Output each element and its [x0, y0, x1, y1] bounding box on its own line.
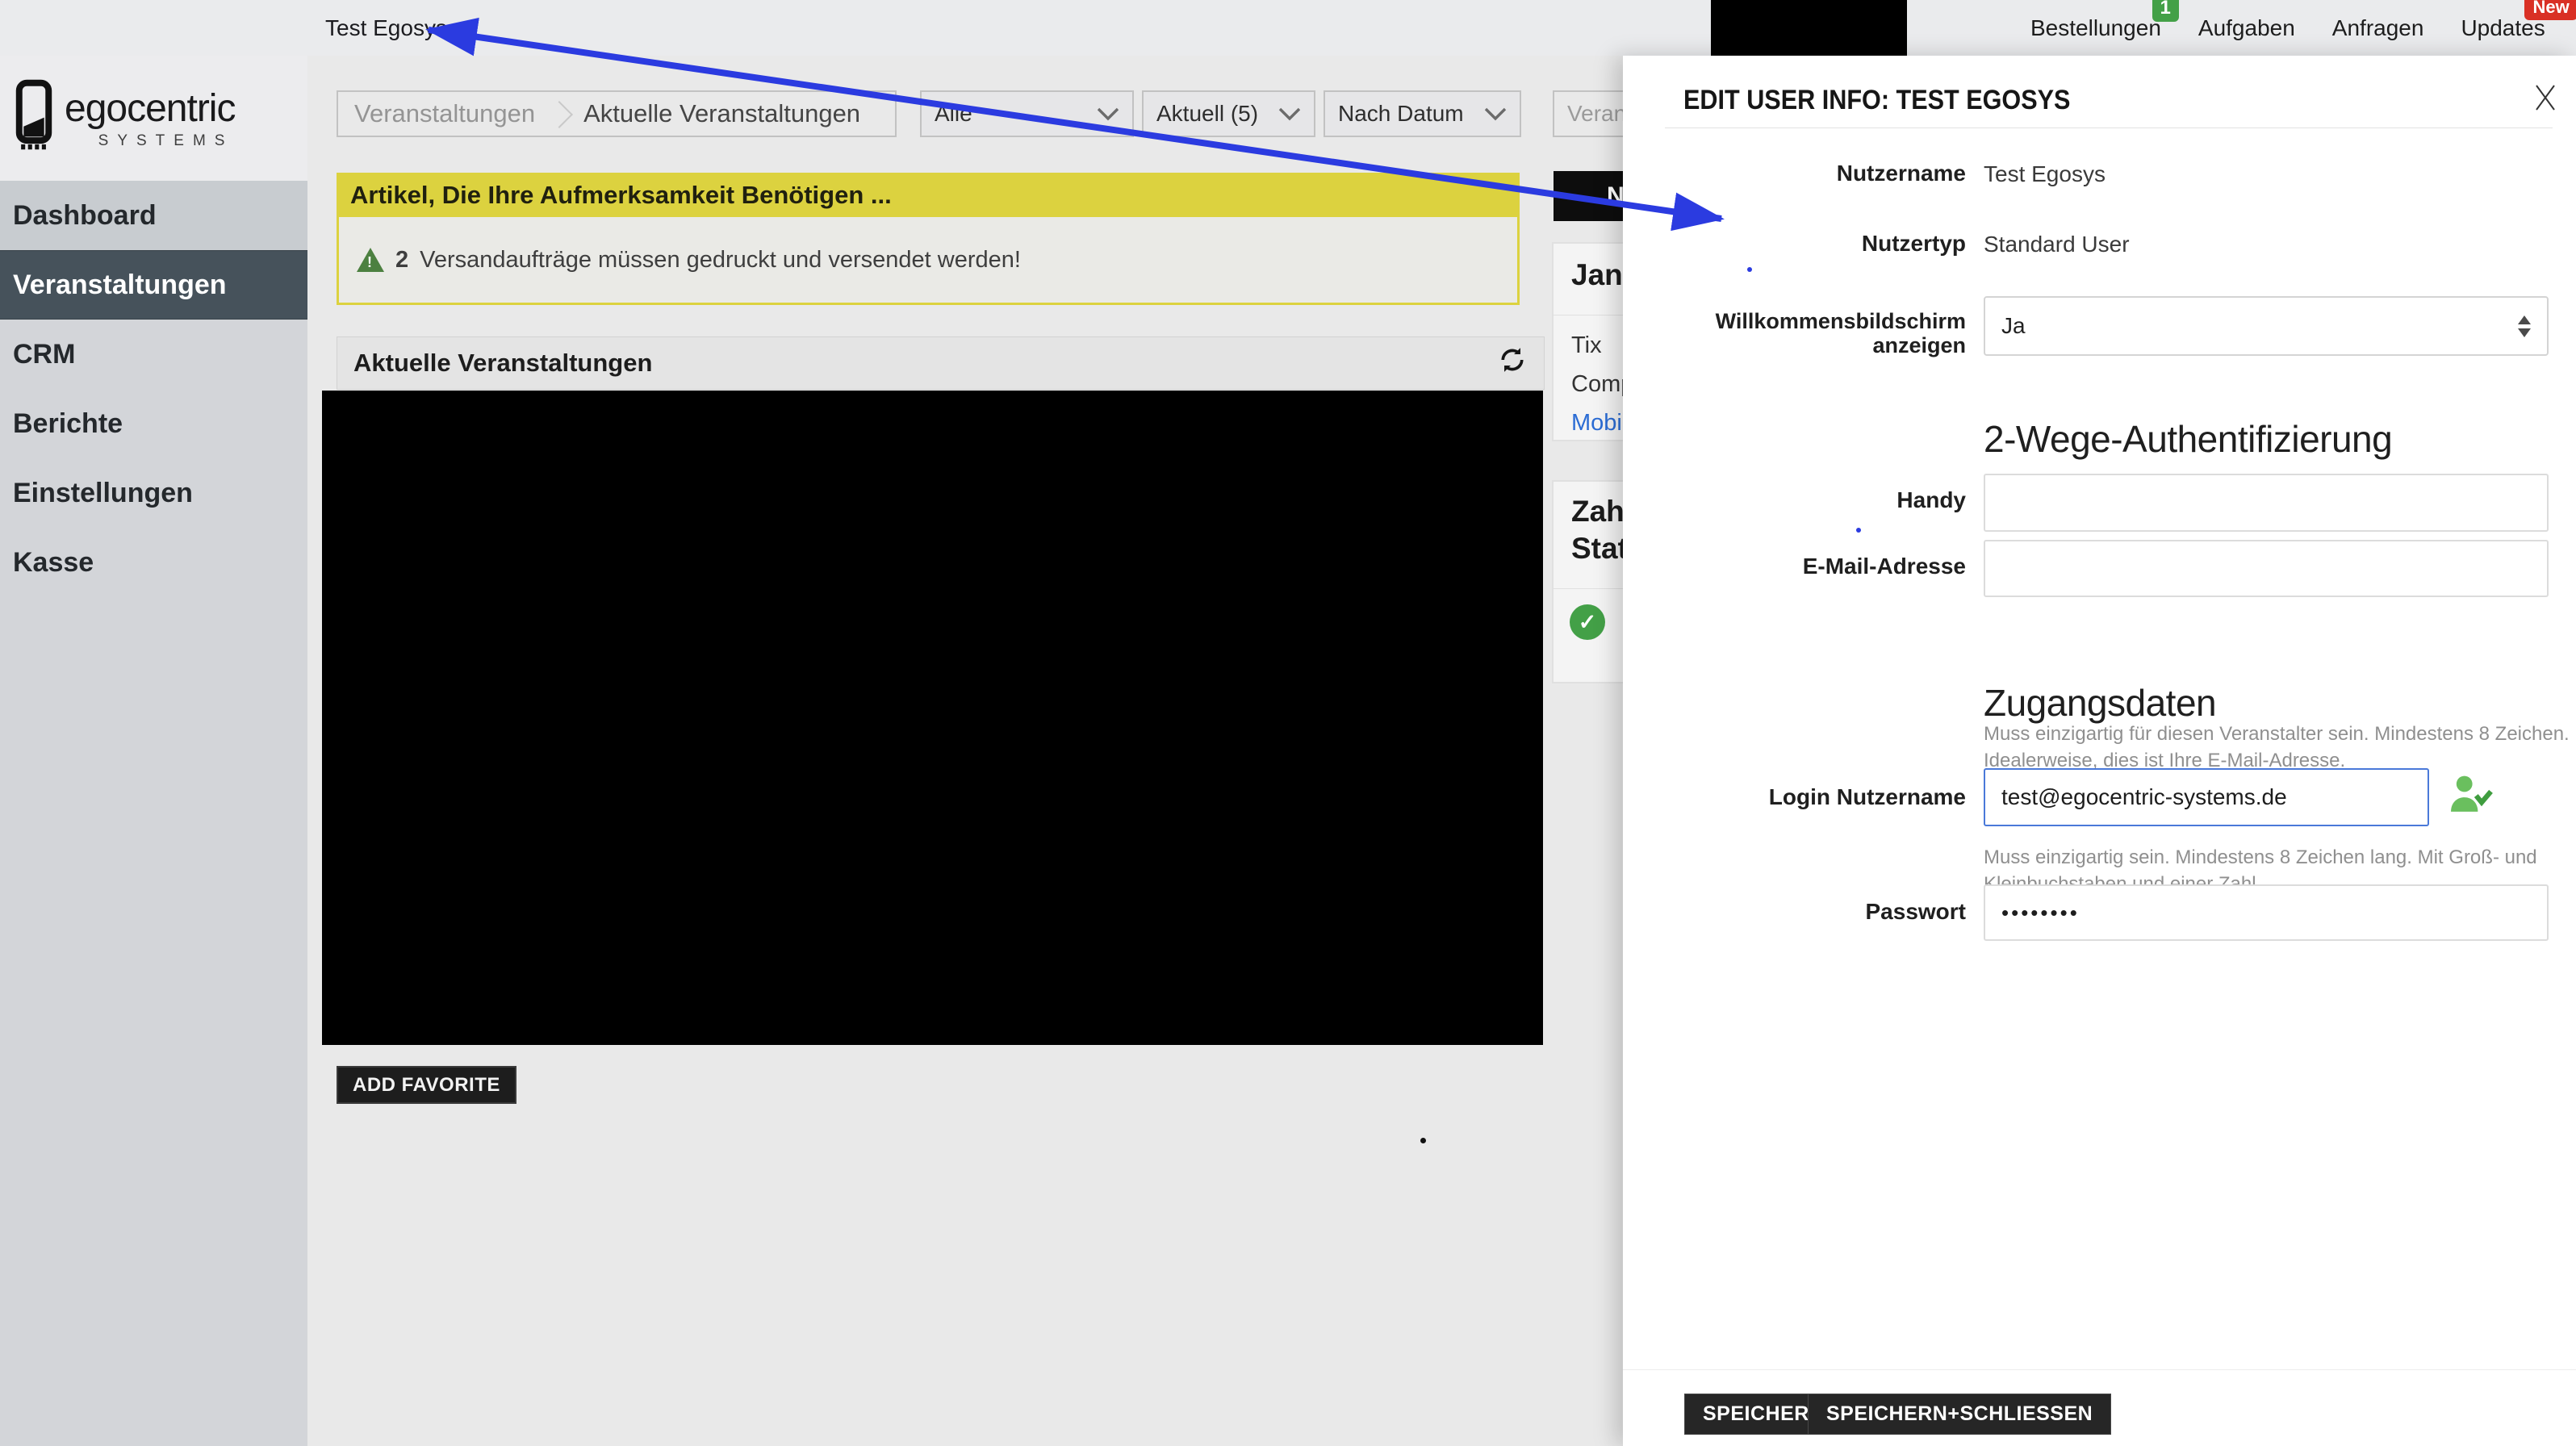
edit-user-panel: EDIT USER INFO: TEST EGOSYS Nutzername T…	[1623, 56, 2576, 1446]
password-input[interactable]	[1984, 884, 2549, 941]
alert-count: 2	[395, 247, 408, 274]
email-label: E-Mail-Adresse	[1623, 554, 1966, 579]
twofa-heading: 2-Wege-Authentifizierung	[1984, 417, 2392, 461]
redaction-box-top	[1711, 0, 1907, 56]
check-circle-icon: ✓	[1570, 604, 1605, 640]
welcome-screen-select[interactable]: Ja	[1984, 296, 2549, 356]
nav-anfragen[interactable]: Anfragen	[2332, 15, 2424, 41]
sidebar-item-berichte[interactable]: Berichte	[0, 389, 307, 458]
logo: egocentric SYSTEMS	[0, 56, 307, 181]
current-user-label: Test Egosys	[325, 0, 447, 56]
annotation-dot-blue	[1747, 267, 1752, 272]
filter-status-select[interactable]: Aktuell (5)	[1142, 90, 1315, 137]
select-spinner-icon	[2518, 316, 2531, 337]
chevron-down-icon	[1097, 101, 1119, 127]
top-navigation: Bestellungen 1 Aufgaben Anfragen Updates…	[2030, 0, 2576, 56]
breadcrumb-chevron-icon	[546, 101, 573, 128]
close-icon[interactable]	[2533, 83, 2557, 116]
annotation-dot-black	[1420, 1138, 1426, 1143]
nutzername-label: Nutzername	[1623, 161, 1966, 186]
alert-title: Artikel, Die Ihre Aufmerksamkeit Benötig…	[337, 173, 1520, 217]
redaction-box-main	[322, 391, 1543, 1045]
save-and-close-button[interactable]: SPEICHERN+SCHLIESSEN	[1808, 1394, 2111, 1435]
orders-count-badge: 1	[2152, 0, 2179, 22]
login-username-label: Login Nutzername	[1623, 785, 1966, 809]
breadcrumb-current: Aktuelle Veranstaltungen	[583, 99, 860, 128]
welcome-screen-label: Willkommensbildschirm anzeigen	[1623, 309, 1966, 357]
login-username-input[interactable]	[1984, 768, 2429, 826]
divider	[1665, 127, 2553, 128]
add-favorite-button[interactable]: ADD FAVORITE	[337, 1066, 516, 1104]
nav-bestellungen[interactable]: Bestellungen 1	[2030, 15, 2161, 41]
events-panel-header: Aktuelle Veranstaltungen	[337, 336, 1545, 390]
breadcrumb: Veranstaltungen Aktuelle Veranstaltungen	[337, 90, 897, 137]
attention-alert: Artikel, Die Ihre Aufmerksamkeit Benötig…	[337, 173, 1520, 305]
annotation-dot-blue	[1856, 528, 1861, 533]
credentials-heading: Zugangsdaten	[1984, 681, 2216, 725]
sidebar-item-einstellungen[interactable]: Einstellungen	[0, 458, 307, 528]
logo-name: egocentric	[65, 86, 235, 131]
phone-logo-icon	[15, 79, 53, 157]
refresh-icon[interactable]	[1497, 345, 1528, 382]
login-hint: Muss einzigartig für diesen Veranstalter…	[1984, 721, 2570, 774]
sidebar-item-crm[interactable]: CRM	[0, 320, 307, 389]
sidebar-item-veranstaltungen[interactable]: Veranstaltungen	[0, 250, 307, 320]
sidebar-item-dashboard[interactable]: Dashboard	[0, 181, 307, 250]
nav-updates[interactable]: Updates New	[2461, 15, 2545, 41]
alert-message: Versandaufträge müssen gedruckt und vers…	[420, 247, 1021, 274]
top-bar: Test Egosys Bestellungen 1 Aufgaben Anfr…	[0, 0, 2576, 56]
handy-input[interactable]	[1984, 474, 2549, 532]
password-label: Passwort	[1623, 900, 1966, 924]
breadcrumb-parent[interactable]: Veranstaltungen	[354, 99, 535, 128]
email-input[interactable]	[1984, 540, 2549, 597]
panel-title: EDIT USER INFO: TEST EGOSYS	[1683, 85, 2070, 116]
events-panel-title: Aktuelle Veranstaltungen	[353, 349, 652, 378]
filter-type-select[interactable]: Alle	[920, 90, 1134, 137]
app-screen: Test Egosys Bestellungen 1 Aufgaben Anfr…	[0, 0, 2576, 1446]
nutzername-value: Test Egosys	[1984, 161, 2106, 187]
logo-subtitle: SYSTEMS	[65, 132, 235, 150]
warning-icon: !	[357, 248, 384, 272]
handy-label: Handy	[1623, 488, 1966, 512]
nav-aufgaben[interactable]: Aufgaben	[2198, 15, 2295, 41]
updates-new-badge: New	[2524, 0, 2576, 20]
chevron-down-icon	[1484, 101, 1507, 127]
user-check-icon	[2448, 774, 2493, 818]
nutzertyp-label: Nutzertyp	[1623, 232, 1966, 256]
nutzertyp-value: Standard User	[1984, 232, 2130, 257]
divider	[1623, 1369, 2576, 1370]
payment-card-title-line2: Stat	[1571, 532, 1628, 566]
sidebar-item-kasse[interactable]: Kasse	[0, 528, 307, 597]
filter-sort-select[interactable]: Nach Datum	[1324, 90, 1521, 137]
alert-message-row: ! 2 Versandaufträge müssen gedruckt und …	[337, 217, 1520, 305]
chevron-down-icon	[1278, 101, 1301, 127]
card-row-tix: Tix	[1571, 332, 1602, 359]
sidebar: Dashboard Veranstaltungen CRM Berichte E…	[0, 181, 307, 1446]
